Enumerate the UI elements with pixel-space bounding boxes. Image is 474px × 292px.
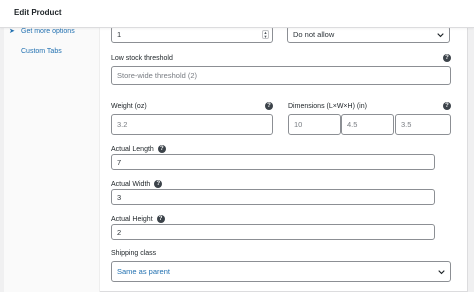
shipping-class-select[interactable]: Same as parent [111,261,451,282]
dimensions-label: Dimensions (L×W×H) (in) [288,103,367,110]
low-stock-input[interactable]: Store-wide threshold (2) [111,66,451,85]
sidebar-item-get-more-options[interactable]: ➤ Get more options [9,27,75,36]
actual-length-label: Actual Length ? [111,145,166,153]
help-icon[interactable]: ? [157,145,166,153]
chevron-down-icon [437,31,444,38]
help-icon[interactable]: ? [443,102,451,110]
page-header: Edit Product [0,0,474,28]
actual-width-label: Actual Width ? [111,180,163,188]
sidebar-item-label: Custom Tabs [21,48,62,55]
actual-length-input[interactable]: 7 [111,154,435,170]
plugin-icon: ➤ [9,28,15,35]
shipping-class-label: Shipping class [111,250,157,257]
help-icon[interactable]: ? [154,180,163,188]
product-data-tabs: ➤ Get more options ​ Custom Tabs [4,24,100,292]
quantity-stepper[interactable]: ▲ ▼ [262,30,269,39]
help-icon[interactable]: ? [265,102,273,110]
backorders-select[interactable]: Do not allow [287,26,450,43]
chevron-down-icon: ▼ [263,33,268,39]
height-input[interactable]: 3.5 [395,114,451,135]
sidebar-item-label: Get more options [21,27,75,35]
sidebar-item-custom-tabs[interactable]: ​ Custom Tabs [9,48,62,55]
chevron-down-icon [438,268,445,275]
weight-input[interactable]: 3.2 [111,114,273,135]
actual-height-label: Actual Height ? [111,215,165,223]
low-stock-label: Low stock threshold [111,55,173,62]
actual-width-input[interactable]: 3 [111,189,435,205]
help-icon[interactable]: ? [443,54,451,62]
length-input[interactable]: 10 [288,114,341,135]
stock-quantity-input[interactable]: 1 ▲ ▼ [111,26,273,43]
page-title: Edit Product [14,8,62,17]
weight-label: Weight (oz) [111,103,147,110]
help-icon[interactable]: ? [156,215,165,223]
shipping-panel: 1 ▲ ▼ Do not allow Low stock threshold ?… [100,24,468,292]
tabs-icon: ​ [9,48,17,55]
width-input[interactable]: 4.5 [341,114,394,135]
actual-height-input[interactable]: 2 [111,224,435,240]
